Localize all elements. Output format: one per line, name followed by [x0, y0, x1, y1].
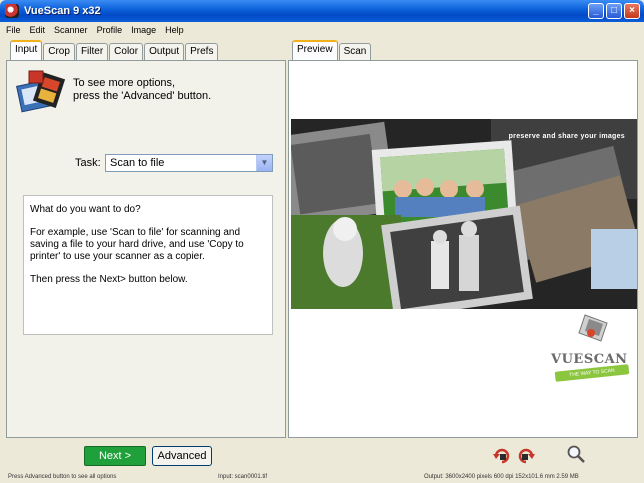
- tab-scan[interactable]: Scan: [338, 43, 372, 60]
- menu-edit[interactable]: Edit: [30, 25, 46, 35]
- photo-collage-image: preserve and share your images: [291, 119, 637, 309]
- close-button[interactable]: ×: [624, 3, 640, 19]
- tab-crop[interactable]: Crop: [43, 43, 75, 60]
- collage-graphic: [291, 119, 637, 309]
- next-button[interactable]: Next >: [84, 446, 146, 466]
- window-controls: _ □ ×: [588, 3, 640, 19]
- tab-input[interactable]: Input: [10, 40, 43, 60]
- menu-file[interactable]: File: [6, 25, 21, 35]
- task-dropdown-value: Scan to file: [110, 157, 165, 169]
- tab-color[interactable]: Color: [109, 43, 144, 60]
- preview-panel: Preview Scan preserve and share your ima…: [288, 40, 638, 440]
- preview-area[interactable]: preserve and share your images VUESCAN T…: [288, 60, 638, 438]
- input-tab-content: To see more options, press the 'Advanced…: [6, 60, 286, 438]
- rotate-right-icon[interactable]: [516, 446, 536, 466]
- rotate-left-icon[interactable]: [492, 446, 512, 466]
- help-next-instruction: Then press the Next> button below.: [30, 274, 188, 285]
- menu-profile[interactable]: Profile: [97, 25, 123, 35]
- settings-tabs: Input Crop Filter Color Output Prefs: [6, 40, 286, 60]
- scanner-film-icon: [16, 70, 65, 113]
- menu-bar: File Edit Scanner Profile Image Help: [0, 22, 644, 38]
- vuescan-app-icon: [5, 4, 19, 18]
- chevron-down-icon[interactable]: ▼: [256, 155, 272, 171]
- tab-prefs[interactable]: Prefs: [185, 43, 219, 60]
- advanced-button[interactable]: Advanced: [152, 446, 212, 466]
- tab-preview[interactable]: Preview: [292, 40, 338, 60]
- menu-scanner[interactable]: Scanner: [54, 25, 88, 35]
- task-label: Task:: [75, 157, 101, 169]
- tab-filter[interactable]: Filter: [75, 43, 109, 60]
- magnifier-icon[interactable]: [566, 444, 586, 464]
- status-output: Output: 3600x2400 pixels 600 dpi 152x101…: [424, 474, 579, 480]
- tab-output[interactable]: Output: [144, 43, 185, 60]
- title-bar[interactable]: VueScan 9 x32 _ □ ×: [0, 0, 644, 22]
- status-input: Input: scan0001.tif: [218, 474, 268, 480]
- minimize-button[interactable]: _: [588, 3, 604, 19]
- menu-image[interactable]: Image: [131, 25, 156, 35]
- help-text-box: What do you want to do? For example, use…: [23, 195, 273, 335]
- help-question: What do you want to do?: [30, 204, 141, 215]
- collage-tagline: preserve and share your images: [508, 133, 625, 140]
- task-dropdown[interactable]: Scan to file ▼: [105, 154, 273, 172]
- settings-panel: Input Crop Filter Color Output Prefs To …: [6, 40, 286, 440]
- help-example: For example, use 'Scan to file' for scan…: [30, 227, 244, 262]
- status-hint: Press Advanced button to see all options: [8, 474, 117, 480]
- menu-help[interactable]: Help: [165, 25, 184, 35]
- advanced-hint: To see more options, press the 'Advanced…: [73, 77, 212, 102]
- window-title: VueScan 9 x32: [24, 5, 101, 17]
- preview-tabs: Preview Scan: [288, 40, 638, 60]
- maximize-button[interactable]: □: [606, 3, 622, 19]
- status-bar: Press Advanced button to see all options…: [0, 472, 644, 483]
